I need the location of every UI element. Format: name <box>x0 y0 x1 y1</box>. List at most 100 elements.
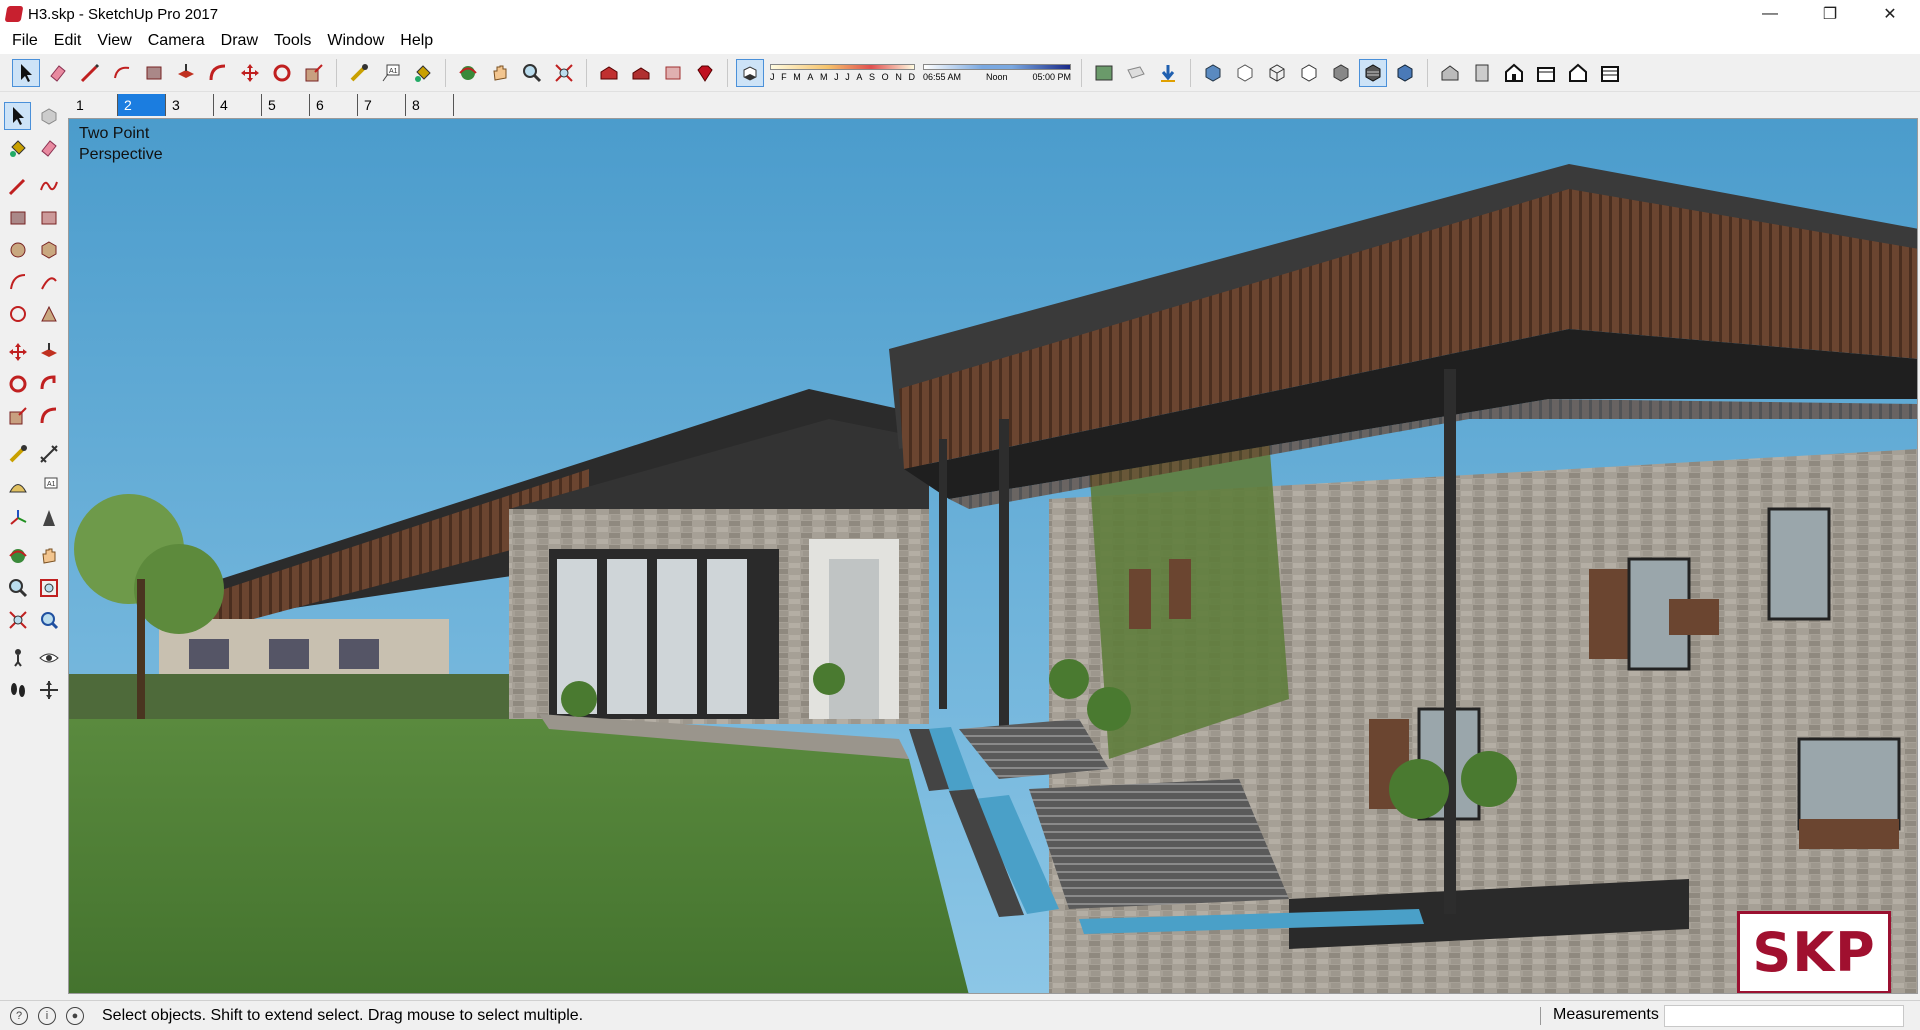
xray-style-button[interactable] <box>1199 59 1227 87</box>
shadow-date-slider[interactable]: J F M A M J J A S O N D <box>770 58 915 88</box>
pie-tool[interactable] <box>35 300 62 328</box>
make-component-tool[interactable] <box>35 102 62 130</box>
eraser-tool[interactable] <box>35 134 62 162</box>
select-tool-button[interactable] <box>12 58 40 87</box>
close-button[interactable]: ✕ <box>1860 0 1920 28</box>
shapes-tool-button[interactable] <box>140 59 168 87</box>
match-photo-button[interactable] <box>1090 59 1118 87</box>
zoom-tool[interactable] <box>4 574 31 602</box>
tape-measure-button[interactable] <box>345 59 373 87</box>
offset-tool[interactable] <box>35 402 62 430</box>
menu-view[interactable]: View <box>89 28 139 54</box>
pan-button[interactable] <box>486 59 514 87</box>
scene-tab-4[interactable]: 4 <box>214 94 262 116</box>
shadow-time-slider[interactable]: 06:55 AM Noon 05:00 PM <box>923 58 1071 88</box>
scene-tab-2[interactable]: 2 <box>118 94 166 116</box>
measurements-input[interactable] <box>1664 1005 1904 1027</box>
axes-tool[interactable] <box>4 504 31 532</box>
minimize-button[interactable]: — <box>1740 0 1800 28</box>
rotated-rectangle-tool[interactable] <box>35 204 62 232</box>
menu-draw[interactable]: Draw <box>213 28 266 54</box>
3d-warehouse-button[interactable] <box>595 59 623 87</box>
freehand-tool[interactable] <box>35 172 62 200</box>
3d-text-tool[interactable] <box>35 504 62 532</box>
menu-file[interactable]: File <box>4 28 46 54</box>
arc-tool[interactable] <box>4 268 31 296</box>
select-tool[interactable] <box>4 102 31 130</box>
paint-bucket-tool[interactable] <box>4 134 31 162</box>
pan-tool[interactable] <box>35 542 62 570</box>
model-viewport[interactable]: Two Point Perspective SKP <box>68 118 1918 994</box>
zoom-extents-tool[interactable] <box>4 606 31 634</box>
zoom-window-tool[interactable] <box>35 574 62 602</box>
front-view-button[interactable] <box>1500 59 1528 87</box>
geolocation-icon[interactable]: ? <box>10 1006 28 1025</box>
move-tool-button[interactable] <box>236 59 264 87</box>
menu-tools[interactable]: Tools <box>266 28 319 54</box>
hidden-line-button[interactable] <box>1295 59 1323 87</box>
follow-me-tool[interactable] <box>35 370 62 398</box>
shaded-button[interactable] <box>1327 59 1355 87</box>
menu-edit[interactable]: Edit <box>46 28 90 54</box>
rectangle-tool[interactable] <box>4 204 31 232</box>
offset-button[interactable] <box>204 59 232 87</box>
extension-warehouse-button[interactable] <box>659 59 687 87</box>
left-view-button[interactable] <box>1596 59 1624 87</box>
right-view-button[interactable] <box>1532 59 1560 87</box>
credits-icon[interactable]: i <box>38 1006 56 1025</box>
restore-button[interactable]: ❐ <box>1800 0 1860 28</box>
top-view-button[interactable] <box>1468 59 1496 87</box>
section-plane-tool[interactable] <box>35 676 62 704</box>
scene-tab-3[interactable]: 3 <box>166 94 214 116</box>
orbit-tool[interactable] <box>4 542 31 570</box>
circle-tool[interactable] <box>4 236 31 264</box>
zoom-extents-button[interactable] <box>550 59 578 87</box>
rotate-tool[interactable] <box>4 370 31 398</box>
push-pull-tool[interactable] <box>35 338 62 366</box>
shadows-toggle-button[interactable] <box>736 58 764 87</box>
ruby-console-button[interactable] <box>691 59 719 87</box>
share-model-button[interactable] <box>627 59 655 87</box>
line-tool[interactable] <box>4 172 31 200</box>
scale-tool[interactable] <box>4 402 31 430</box>
protractor-tool[interactable] <box>4 472 31 500</box>
back-view-button[interactable] <box>1564 59 1592 87</box>
push-pull-button[interactable] <box>172 59 200 87</box>
scene-tab-5[interactable]: 5 <box>262 94 310 116</box>
zoom-button[interactable] <box>518 59 546 87</box>
scene-tab-1[interactable]: 1 <box>70 94 118 116</box>
user-account-icon[interactable]: ● <box>66 1006 84 1025</box>
tape-measure-tool[interactable] <box>4 440 31 468</box>
text-tool-button[interactable]: A1 <box>377 59 405 87</box>
two-point-arc-tool[interactable] <box>35 268 62 296</box>
line-tool-button[interactable] <box>76 59 104 87</box>
date-slider-track[interactable] <box>770 63 915 70</box>
rotate-tool-button[interactable] <box>268 59 296 87</box>
iso-view-button[interactable] <box>1436 59 1464 87</box>
walk-tool[interactable] <box>4 676 31 704</box>
dimension-tool[interactable] <box>35 440 62 468</box>
eraser-tool-button[interactable] <box>44 59 72 87</box>
back-edges-button[interactable] <box>1231 59 1259 87</box>
scale-tool-button[interactable] <box>300 59 328 87</box>
look-around-tool[interactable] <box>35 644 62 672</box>
section-plane-button[interactable] <box>1122 59 1150 87</box>
previous-view-tool[interactable] <box>35 606 62 634</box>
time-slider-track[interactable] <box>923 63 1071 70</box>
scene-tab-7[interactable]: 7 <box>358 94 406 116</box>
shaded-textures-button[interactable] <box>1359 58 1387 87</box>
download-button[interactable] <box>1154 59 1182 87</box>
text-tool[interactable]: A1 <box>35 472 62 500</box>
move-tool[interactable] <box>4 338 31 366</box>
orbit-button[interactable] <box>454 59 482 87</box>
monochrome-button[interactable] <box>1391 59 1419 87</box>
polygon-tool[interactable] <box>35 236 62 264</box>
three-point-arc-tool[interactable] <box>4 300 31 328</box>
scene-tab-6[interactable]: 6 <box>310 94 358 116</box>
menu-camera[interactable]: Camera <box>140 28 213 54</box>
position-camera-tool[interactable] <box>4 644 31 672</box>
wireframe-button[interactable] <box>1263 59 1291 87</box>
paint-bucket-button[interactable] <box>409 59 437 87</box>
menu-help[interactable]: Help <box>392 28 441 54</box>
scene-tab-8[interactable]: 8 <box>406 94 454 116</box>
